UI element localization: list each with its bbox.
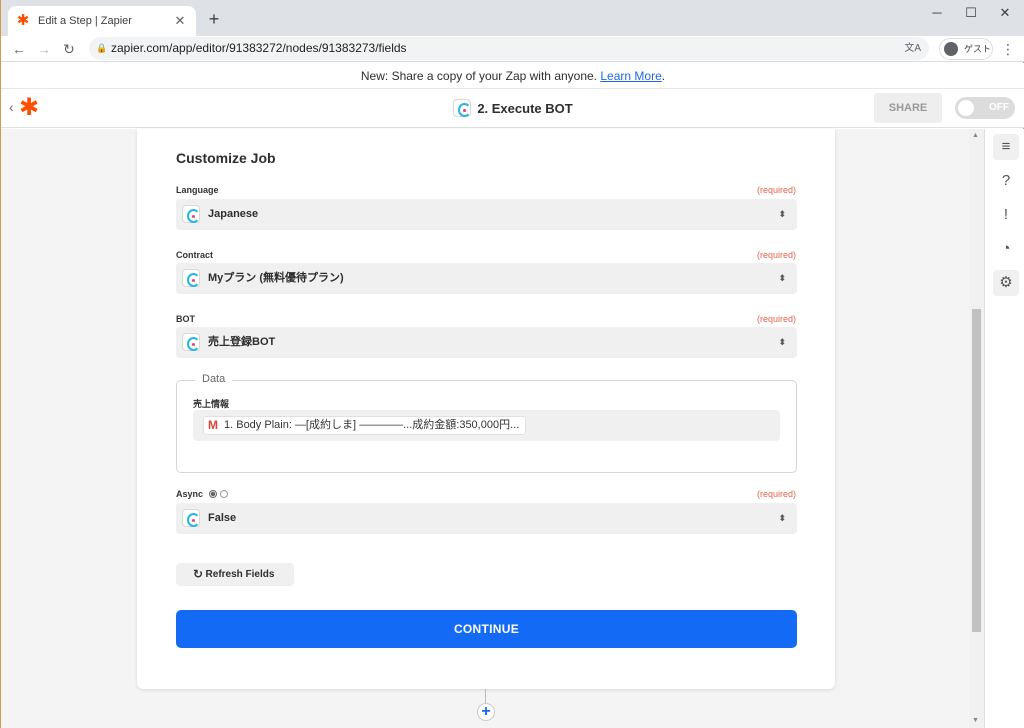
maximize-icon[interactable]: ☐ [961,4,981,22]
language-value: Japanese [208,208,259,220]
refresh-icon: ↻ [193,567,204,581]
bot-value: 売上登録BOT [208,336,276,348]
bot-required: (required) [756,314,796,324]
new-tab-button[interactable]: + [205,10,223,28]
minimize-icon[interactable]: ─ [927,4,947,22]
continue-button[interactable]: CONTINUE [176,610,797,648]
sales-info-label: 売上情報 [193,399,230,409]
bot-app-icon [182,269,200,287]
kebab-menu-icon[interactable]: ⋮ [1001,39,1015,59]
data-fieldset: Data 売上情報 M 1. Body Plain: —[成約しま] ————.… [176,373,797,473]
profile-avatar-icon [944,42,958,56]
select-caret-icon: ⬍ [778,209,785,219]
zap-on-off-toggle[interactable]: OFF [955,97,1015,119]
details-list-icon[interactable]: ≡ [993,134,1019,160]
history-icon[interactable]: ◔ [993,236,1019,262]
bot-label: BOT [176,314,195,324]
editor-header: ‹ ✱ 2. Execute BOT SHARE OFF [1,89,1024,128]
banner-text: New: Share a copy of your Zap with anyon… [360,69,598,83]
translate-icon[interactable]: 文A [904,37,921,60]
toggle-knob [958,100,974,116]
radio-option-2[interactable] [219,490,228,498]
side-panel: ≡ ? ! ◔ ⚙ [984,129,1024,728]
zapier-favicon-icon: ✱ [16,12,30,29]
address-bar[interactable]: 🔒 zapier.com/app/editor/91383272/nodes/9… [89,37,929,60]
bot-app-icon [182,205,200,223]
step-title-text: 2. Execute BOT [477,101,573,116]
share-button[interactable]: SHARE [874,93,942,123]
async-label-row: Async [176,489,228,499]
select-caret-icon: ⬍ [778,337,785,347]
step-title: 2. Execute BOT [1,99,1024,117]
async-required: (required) [756,489,796,499]
back-arrow-icon[interactable]: ← [9,39,29,59]
select-caret-icon: ⬍ [778,513,785,523]
step-connector [485,689,486,704]
contract-value: Myプラン (無料優待プラン) [208,272,344,284]
bot-select[interactable]: 売上登録BOT ⬍ [176,327,797,358]
close-window-icon[interactable]: ✕ [995,4,1015,22]
learn-more-link[interactable]: Learn More [600,69,661,83]
data-legend: Data [195,373,233,385]
profile-button[interactable]: ゲスト [939,38,993,60]
help-icon[interactable]: ? [993,168,1019,194]
contract-required: (required) [756,250,796,260]
tab-close-icon[interactable]: ✕ [172,13,188,29]
announcement-banner: New: Share a copy of your Zap with anyon… [1,63,1024,89]
reload-icon[interactable]: ↻ [59,39,79,59]
async-value: False [208,512,237,524]
forward-arrow-icon[interactable]: → [34,39,54,59]
banner-period: . [661,69,666,83]
refresh-label: Refresh Fields [205,569,275,580]
language-required: (required) [756,185,796,195]
scrollbar-thumb[interactable] [972,309,981,632]
radio-option-1[interactable] [208,490,217,498]
section-title: Customize Job [176,150,276,166]
gmail-icon: M [208,418,218,432]
contract-select[interactable]: Myプラン (無料優待プラン) ⬍ [176,263,797,294]
bot-app-icon [182,333,200,351]
vertical-scrollbar[interactable]: ▲ ▼ [969,129,984,728]
mapped-field-text: 1. Body Plain: —[成約しま] ————...成約金額:350,0… [224,419,520,431]
url-text: zapier.com/app/editor/91383272/nodes/913… [111,41,407,55]
profile-label: ゲスト [964,44,992,54]
async-select[interactable]: False ⬍ [176,503,797,534]
tab-strip: ✱ Edit a Step | Zapier ✕ + ─ ☐ ✕ [1,0,1024,36]
bot-app-icon [453,99,472,117]
bot-app-icon [182,509,200,527]
alert-icon[interactable]: ! [993,202,1019,228]
toggle-label: OFF [989,102,1009,113]
sales-info-input[interactable]: M 1. Body Plain: —[成約しま] ————...成約金額:350… [193,410,780,441]
lock-icon: 🔒 [96,43,108,53]
step-card: Customize Job Language (required) Japane… [137,129,835,689]
browser-tab[interactable]: ✱ Edit a Step | Zapier ✕ [8,6,196,36]
select-caret-icon: ⬍ [778,273,785,283]
scroll-down-icon[interactable]: ▼ [972,717,979,724]
scroll-up-icon[interactable]: ▲ [972,132,979,139]
browser-window: ✱ Edit a Step | Zapier ✕ + ─ ☐ ✕ ← → ↻ 🔒… [0,0,1024,728]
contract-label: Contract [176,250,214,260]
language-select[interactable]: Japanese ⬍ [176,199,797,230]
tab-title: Edit a Step | Zapier [38,15,132,27]
mapped-field-pill[interactable]: M 1. Body Plain: —[成約しま] ————...成約金額:350… [203,416,527,435]
async-label: Async [176,489,204,499]
browser-toolbar: ← → ↻ 🔒 zapier.com/app/editor/91383272/n… [1,36,1024,62]
refresh-fields-button[interactable]: ↻ Refresh Fields [176,563,294,586]
settings-icon[interactable]: ⚙ [993,270,1019,296]
add-step-button[interactable]: + [477,703,495,721]
language-label: Language [176,185,219,195]
